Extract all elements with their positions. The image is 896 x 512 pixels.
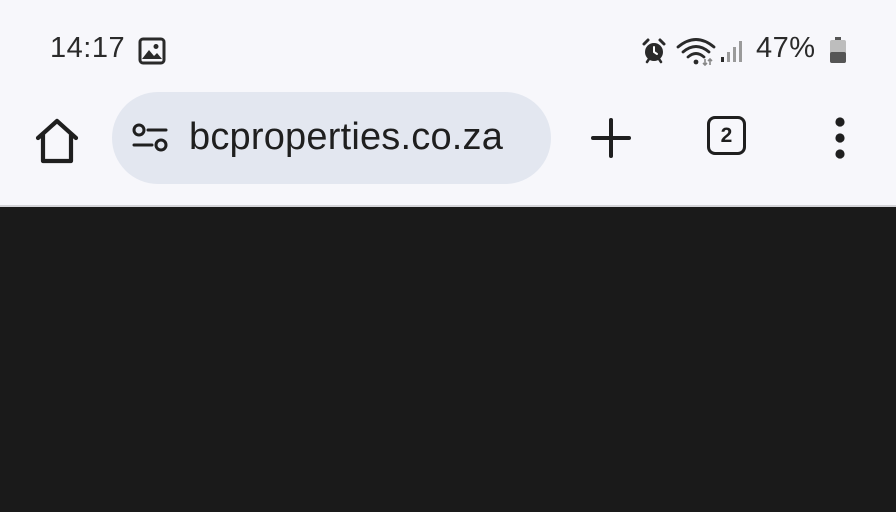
battery-percent: 47%	[756, 32, 816, 64]
status-time: 14:17	[50, 32, 126, 64]
home-button[interactable]	[32, 116, 82, 166]
omnibox[interactable]: bcproperties.co.za	[112, 92, 551, 184]
new-tab-button[interactable]	[589, 116, 633, 160]
alarm-icon	[642, 38, 666, 64]
gallery-icon	[138, 37, 166, 65]
url-text[interactable]: bcproperties.co.za	[189, 116, 503, 159]
more-vert-icon[interactable]	[826, 116, 854, 160]
signal-icon	[721, 41, 742, 62]
status-bar: 14:17 47%	[0, 0, 896, 92]
tab-switcher-button[interactable]: 2	[707, 116, 746, 155]
site-settings-icon[interactable]	[132, 122, 168, 154]
browser-toolbar: bcproperties.co.za 2	[0, 92, 896, 205]
battery-icon	[830, 37, 846, 63]
tab-count: 2	[720, 123, 733, 147]
web-content[interactable]	[0, 207, 896, 512]
wifi-icon	[676, 38, 716, 66]
